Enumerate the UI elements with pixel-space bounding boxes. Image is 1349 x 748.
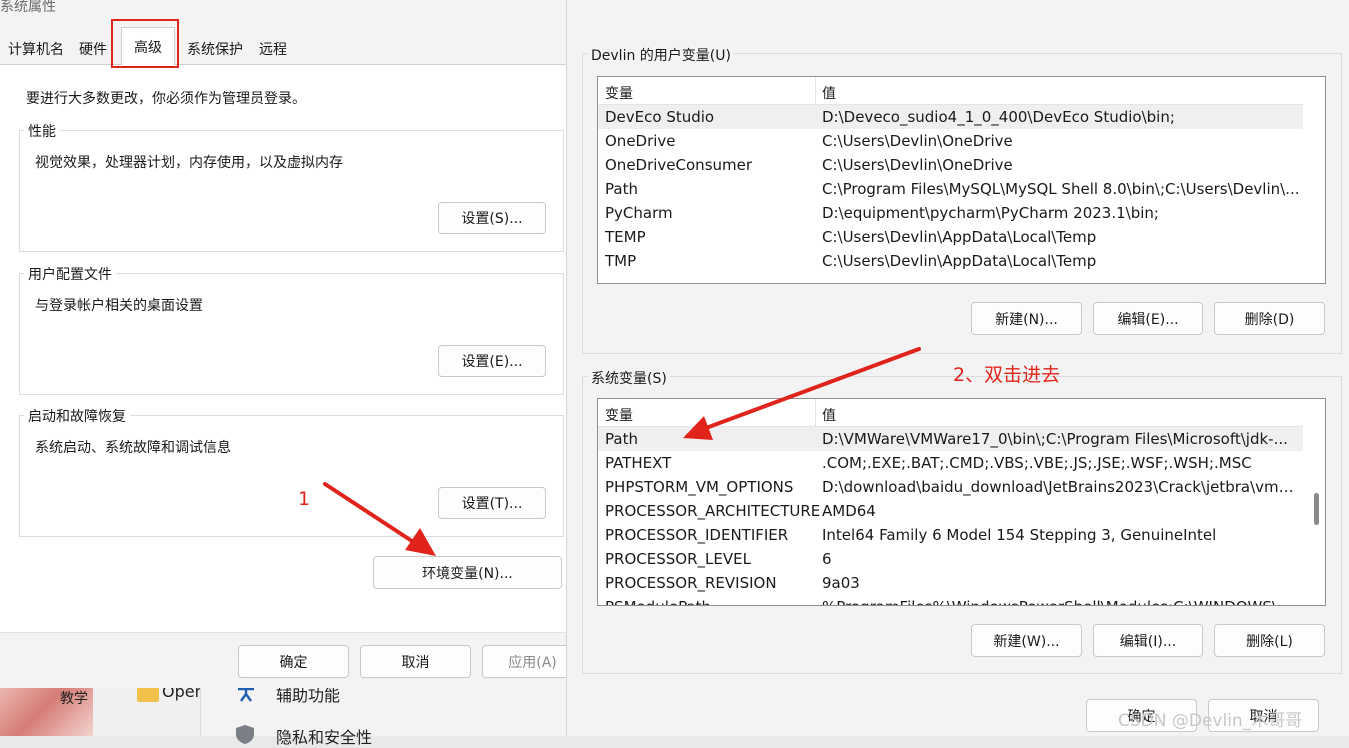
arrow-step-2 bbox=[683, 347, 921, 440]
annotation-arrows bbox=[323, 347, 921, 556]
arrow-step-1 bbox=[323, 482, 436, 556]
watermark: CSDN @Devlin_木哥哥 bbox=[1118, 711, 1303, 731]
